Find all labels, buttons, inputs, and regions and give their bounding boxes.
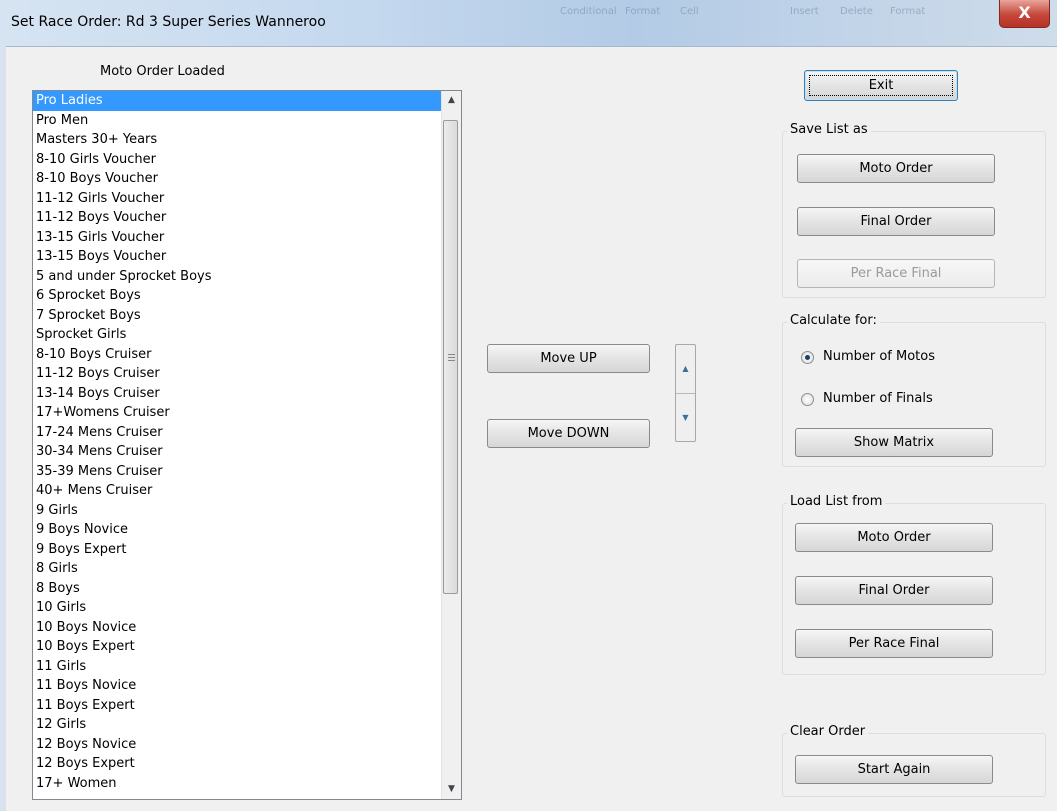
background-ribbon-text: Format bbox=[625, 6, 661, 17]
background-ribbon-text: Format bbox=[890, 6, 926, 17]
load-moto-order-button[interactable]: Moto Order bbox=[795, 523, 993, 552]
move-up-button[interactable]: Move UP bbox=[487, 344, 650, 373]
list-item[interactable]: 5 and under Sprocket Boys bbox=[33, 267, 443, 287]
moto-order-list: Pro Ladies Pro Men Masters 30+ Years 8-10 G… bbox=[33, 91, 443, 793]
list-item[interactable]: 6 Sprocket Boys bbox=[33, 286, 443, 306]
background-ribbon-text: Insert bbox=[790, 6, 819, 17]
exit-button[interactable]: Exit bbox=[804, 70, 958, 101]
list-item[interactable]: Pro Ladies bbox=[33, 91, 441, 111]
save-final-order-button[interactable]: Final Order bbox=[797, 207, 995, 236]
arrow-down-icon[interactable]: ▼ bbox=[676, 394, 695, 442]
list-item[interactable]: 30-34 Mens Cruiser bbox=[33, 442, 443, 462]
finals-radio-label[interactable]: Number of Finals bbox=[823, 391, 933, 406]
start-again-button[interactable]: Start Again bbox=[795, 755, 993, 784]
list-item[interactable]: 8-10 Boys Cruiser bbox=[33, 345, 443, 365]
radio-dot bbox=[805, 355, 810, 360]
motos-radio-label[interactable]: Number of Motos bbox=[823, 349, 935, 364]
list-scrollbar[interactable]: ▲ ▼ bbox=[441, 91, 461, 799]
list-item[interactable]: 12 Girls bbox=[33, 715, 443, 735]
save-moto-order-button[interactable]: Moto Order bbox=[797, 154, 995, 183]
list-item[interactable]: 10 Boys Novice bbox=[33, 618, 443, 638]
order-spin-control[interactable]: ▲ ▼ bbox=[675, 344, 696, 442]
list-header: Moto Order Loaded bbox=[100, 64, 225, 79]
list-item[interactable]: 11-12 Boys Voucher bbox=[33, 208, 443, 228]
list-item[interactable]: 13-15 Boys Voucher bbox=[33, 247, 443, 267]
list-item[interactable]: 8 Boys bbox=[33, 579, 443, 599]
list-item[interactable]: 17+ Women bbox=[33, 774, 443, 794]
list-item[interactable]: 8-10 Boys Voucher bbox=[33, 169, 443, 189]
focus-rectangle bbox=[809, 75, 953, 96]
list-item[interactable]: 9 Boys Novice bbox=[33, 520, 443, 540]
load-per-race-final-button[interactable]: Per Race Final bbox=[795, 629, 993, 658]
list-item[interactable]: 13-14 Boys Cruiser bbox=[33, 384, 443, 404]
list-item[interactable]: Masters 30+ Years bbox=[33, 130, 443, 150]
list-item[interactable]: 35-39 Mens Cruiser bbox=[33, 462, 443, 482]
grip-line bbox=[448, 360, 455, 361]
list-item[interactable]: 11 Boys Novice bbox=[33, 676, 443, 696]
background-ribbon-text: Cell bbox=[680, 6, 699, 17]
close-icon: X bbox=[1018, 3, 1031, 22]
scroll-thumb[interactable] bbox=[443, 120, 458, 594]
list-item[interactable]: 11 Girls bbox=[33, 657, 443, 677]
list-item[interactable]: 17+Womens Cruiser bbox=[33, 403, 443, 423]
window-frame-left bbox=[0, 46, 6, 811]
scroll-up-icon[interactable]: ▲ bbox=[442, 91, 461, 110]
title-bar: Conditional Format Cell Insert Delete Fo… bbox=[0, 0, 1057, 47]
list-item[interactable]: 13-15 Girls Voucher bbox=[33, 228, 443, 248]
list-item[interactable]: 11 Boys Expert bbox=[33, 696, 443, 716]
list-item[interactable]: 9 Girls bbox=[33, 501, 443, 521]
grip-line bbox=[448, 354, 455, 355]
window-title: Set Race Order: Rd 3 Super Series Wanner… bbox=[11, 14, 326, 30]
list-item[interactable]: 9 Boys Expert bbox=[33, 540, 443, 560]
list-item[interactable]: Sprocket Girls bbox=[33, 325, 443, 345]
motos-radio[interactable] bbox=[801, 351, 814, 364]
list-item[interactable]: 12 Boys Expert bbox=[33, 754, 443, 774]
list-item[interactable]: 10 Boys Expert bbox=[33, 637, 443, 657]
list-item[interactable]: 7 Sprocket Boys bbox=[33, 306, 443, 326]
calculate-title: Calculate for: bbox=[787, 313, 880, 328]
background-ribbon-text: Delete bbox=[840, 6, 873, 17]
grip-line bbox=[448, 357, 455, 358]
list-item[interactable]: 12 Boys Novice bbox=[33, 735, 443, 755]
background-ribbon-text: Conditional bbox=[560, 6, 617, 17]
close-button[interactable]: X bbox=[999, 0, 1050, 28]
move-down-button[interactable]: Move DOWN bbox=[487, 419, 650, 448]
list-item[interactable]: 17-24 Mens Cruiser bbox=[33, 423, 443, 443]
load-list-title: Load List from bbox=[787, 494, 886, 509]
scroll-down-icon[interactable]: ▼ bbox=[442, 780, 461, 799]
save-list-title: Save List as bbox=[787, 122, 871, 137]
list-item[interactable]: 11-12 Girls Voucher bbox=[33, 189, 443, 209]
moto-order-listbox[interactable]: Pro Ladies Pro Men Masters 30+ Years 8-10 G… bbox=[32, 90, 462, 800]
finals-radio[interactable] bbox=[801, 393, 814, 406]
list-item[interactable]: Pro Men bbox=[33, 111, 443, 131]
arrow-up-icon[interactable]: ▲ bbox=[676, 345, 695, 394]
show-matrix-button[interactable]: Show Matrix bbox=[795, 428, 993, 457]
list-item[interactable]: 11-12 Boys Cruiser bbox=[33, 364, 443, 384]
clear-order-title: Clear Order bbox=[787, 724, 869, 739]
list-item[interactable]: 8-10 Girls Voucher bbox=[33, 150, 443, 170]
load-final-order-button[interactable]: Final Order bbox=[795, 576, 993, 605]
list-item[interactable]: 40+ Mens Cruiser bbox=[33, 481, 443, 501]
save-per-race-final-button[interactable]: Per Race Final bbox=[797, 259, 995, 288]
list-item[interactable]: 8 Girls bbox=[33, 559, 443, 579]
list-item[interactable]: 10 Girls bbox=[33, 598, 443, 618]
